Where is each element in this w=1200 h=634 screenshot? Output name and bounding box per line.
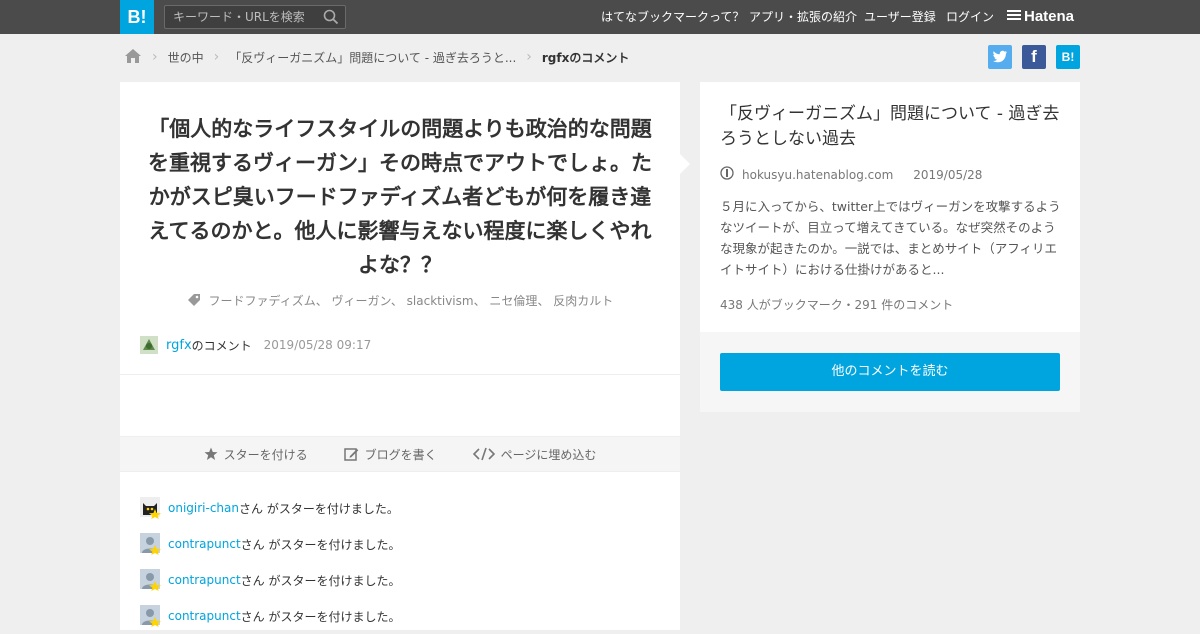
- edit-icon: [343, 447, 358, 461]
- more-comments-panel: 他のコメントを読む: [700, 332, 1080, 412]
- avatar[interactable]: [140, 497, 162, 519]
- avatar[interactable]: [140, 533, 162, 555]
- search-box: [164, 5, 346, 29]
- action-bar: スターを付ける ブログを書く ページに埋め込む: [120, 436, 680, 472]
- read-more-comments-button[interactable]: 他のコメントを読む: [720, 353, 1060, 391]
- nav-register[interactable]: ユーザー登録: [864, 0, 936, 34]
- nav-about[interactable]: はてなブックマークって？: [601, 0, 744, 34]
- star-text: さん がスターを付けました。: [240, 573, 401, 588]
- entry-title[interactable]: 「反ヴィーガニズム」問題について - 過ぎ去ろうとしない過去: [720, 102, 1064, 152]
- divider: [120, 374, 680, 375]
- entry-stats[interactable]: 438 人がブックマーク・291 件のコメント: [720, 296, 953, 313]
- star-text: さん がスターを付けました。: [240, 537, 401, 552]
- hatena-bookmark-button[interactable]: B!: [1056, 45, 1080, 69]
- favicon-icon: [720, 166, 734, 183]
- star-user[interactable]: contrapunct: [168, 609, 241, 623]
- bookmark-label: B!: [1061, 50, 1075, 64]
- tag-icon: [187, 293, 201, 310]
- entry-meta: hokusyu.hatenablog.com 2019/05/28: [720, 166, 982, 183]
- entry-date: 2019/05/28: [913, 167, 983, 182]
- star-text: さん がスターを付けました。: [239, 501, 399, 516]
- avatar[interactable]: [140, 336, 158, 354]
- tag-link[interactable]: 反肉カルト: [553, 294, 613, 308]
- nav-login[interactable]: ログイン: [946, 0, 994, 34]
- tag-separator: 、: [390, 294, 403, 308]
- star-entry: contrapunct さん がスターを付けました。: [140, 598, 660, 634]
- chevron-right-icon: ›: [152, 49, 158, 65]
- breadcrumb: › 世の中 › 「反ヴィーガニズム」問題について - 過ぎ去ろうと... › r…: [124, 46, 629, 68]
- tag-list: フードファディズム、 ヴィーガン、 slacktivism、 ニセ倫理、 反肉カ…: [120, 292, 680, 310]
- twitter-icon: [993, 50, 1007, 63]
- comment-author: rgfx のコメント 2019/05/28 09:17: [140, 334, 371, 356]
- tag-separator: 、: [315, 294, 328, 308]
- star-entry: contrapunct さん がスターを付けました。: [140, 526, 660, 562]
- facebook-share-button[interactable]: f: [1022, 45, 1046, 69]
- tag-separator: 、: [537, 294, 550, 308]
- speech-arrow: [680, 154, 690, 174]
- star-user[interactable]: contrapunct: [168, 573, 241, 587]
- nav-apps[interactable]: アプリ・拡張の紹介: [749, 0, 857, 34]
- tag-separator: 、: [473, 294, 486, 308]
- entry-description: ５月に入ってから、twitter上ではヴィーガンを攻撃するようなツイートが、目立…: [720, 199, 1061, 277]
- hatena-brand-text: Hatena: [1024, 8, 1075, 25]
- add-star-button[interactable]: スターを付ける: [204, 446, 308, 463]
- tag-link[interactable]: slacktivism: [407, 294, 474, 308]
- entry-card: 「反ヴィーガニズム」問題について - 過ぎ去ろうとしない過去 hokusyu.h…: [700, 82, 1080, 332]
- facebook-icon: f: [1031, 47, 1037, 66]
- star-entry: contrapunct さん がスターを付けました。: [140, 562, 660, 598]
- author-username[interactable]: rgfx: [166, 338, 192, 353]
- avatar[interactable]: [140, 605, 162, 627]
- search-input[interactable]: [165, 6, 315, 28]
- chevron-right-icon: ›: [213, 49, 220, 65]
- embed-label: ページに埋め込む: [500, 447, 597, 462]
- code-icon: [472, 447, 495, 461]
- comment-card: 「個人的なライフスタイルの問題よりも政治的な問題を重視するヴィーガン」その時点で…: [120, 82, 690, 630]
- home-icon[interactable]: [124, 48, 142, 67]
- twitter-share-button[interactable]: [988, 45, 1012, 69]
- breadcrumb-entry[interactable]: 「反ヴィーガニズム」問題について - 過ぎ去ろうと...: [229, 49, 516, 66]
- star-icon: [204, 447, 218, 460]
- tag-link[interactable]: フードファディズム: [209, 294, 316, 308]
- embed-button[interactable]: ページに埋め込む: [472, 446, 597, 463]
- tag-link[interactable]: ヴィーガン: [332, 294, 391, 308]
- tag-link[interactable]: ニセ倫理: [489, 294, 537, 308]
- star-entry: onigiri-chan さん がスターを付けました。: [140, 490, 660, 526]
- hatena-bookmark-logo[interactable]: B!: [120, 0, 154, 34]
- comment-text: 「個人的なライフスタイルの問題よりも政治的な問題を重視するヴィーガン」その時点で…: [148, 117, 652, 277]
- star-user[interactable]: contrapunct: [168, 537, 241, 551]
- star-user[interactable]: onigiri-chan: [168, 501, 239, 515]
- top-bar: B! はてなブックマークって？ アプリ・拡張の紹介 ユーザー登録 ログイン Ha…: [0, 0, 1200, 34]
- add-star-label: スターを付ける: [223, 447, 308, 462]
- avatar[interactable]: [140, 569, 162, 591]
- hatena-brand-link[interactable]: Hatena: [1007, 0, 1074, 34]
- chevron-right-icon: ›: [526, 49, 532, 65]
- author-suffix: のコメント: [191, 338, 252, 353]
- star-list: onigiri-chan さん がスターを付けました。 contrapunct …: [140, 490, 660, 634]
- breadcrumb-current: rgfxのコメント: [541, 50, 630, 65]
- entry-domain[interactable]: hokusyu.hatenablog.com: [742, 168, 893, 182]
- search-icon[interactable]: [323, 9, 339, 28]
- write-blog-label: ブログを書く: [364, 447, 437, 462]
- hatena-mark-icon: [1007, 0, 1021, 34]
- breadcrumb-category[interactable]: 世の中: [168, 49, 204, 66]
- star-text: さん がスターを付けました。: [240, 609, 401, 624]
- comment-date: 2019/05/28 09:17: [263, 338, 372, 352]
- write-blog-button[interactable]: ブログを書く: [343, 446, 437, 463]
